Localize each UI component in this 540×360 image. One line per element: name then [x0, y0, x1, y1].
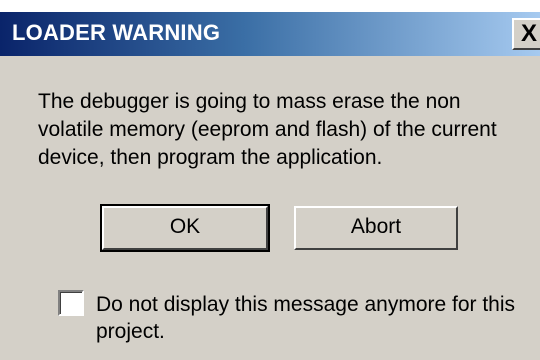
close-icon: X [521, 20, 538, 47]
title-bar[interactable]: LOADER WARNING X [0, 12, 540, 56]
ok-button-label: OK [169, 215, 201, 238]
ok-button[interactable]: OK [100, 204, 270, 252]
close-button[interactable]: X [512, 18, 540, 50]
warning-message: The debugger is going to mass erase the … [38, 90, 497, 169]
loader-warning-dialog: LOADER WARNING X The debugger is going t… [0, 12, 540, 360]
abort-button[interactable]: Abort [294, 206, 458, 250]
do-not-display-checkbox[interactable] [58, 290, 84, 316]
dialog-title: LOADER WARNING [12, 20, 221, 45]
do-not-display-label[interactable]: Do not display this message anymore for … [96, 291, 516, 345]
abort-button-label: Abort [350, 215, 402, 238]
